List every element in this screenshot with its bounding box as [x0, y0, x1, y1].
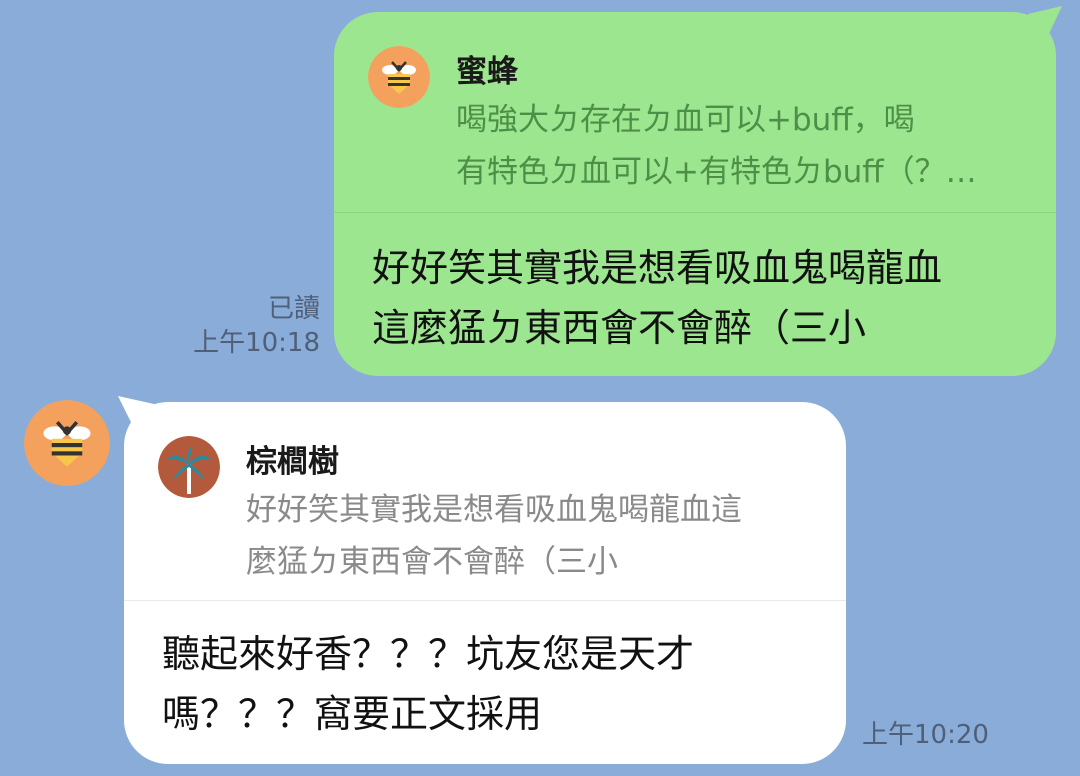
outgoing-message-bubble[interactable]: 蜜蜂 喝強大ㄉ存在ㄉ血可以+buff，喝 有特色ㄉ血可以+有特色ㄉbuff（？……	[334, 12, 1056, 376]
quote-divider	[124, 600, 846, 601]
quote-line: 有特色ㄉ血可以+有特色ㄉbuff（？…	[456, 154, 977, 190]
timestamp: 上午10:18	[193, 328, 320, 358]
quote-text: 好好笑其實我是想看吸血鬼喝龍血這 麼猛ㄉ東西會不會醉（三小	[246, 484, 816, 588]
message-text: 聽起來好香？？？坑友您是天才 嗎？？？窩要正文採用	[162, 624, 694, 744]
message-line: 好好笑其實我是想看吸血鬼喝龍血	[372, 246, 943, 290]
incoming-message-bubble[interactable]: 棕櫚樹 好好笑其實我是想看吸血鬼喝龍血這 麼猛ㄉ東西會不會醉（三小 聽起來好香？…	[124, 402, 846, 764]
message-line: 這麼猛ㄉ東西會不會醉（三小	[372, 306, 867, 350]
reply-quote[interactable]: 蜜蜂 喝強大ㄉ存在ㄉ血可以+buff，喝 有特色ㄉ血可以+有特色ㄉbuff（？…	[334, 12, 1056, 212]
quote-line: 好好笑其實我是想看吸血鬼喝龍血這	[246, 492, 742, 528]
outgoing-message-meta: 已讀 上午10:18	[193, 292, 320, 360]
quote-line: 麼猛ㄉ東西會不會醉（三小	[246, 544, 618, 580]
quote-sender-name: 棕櫚樹	[246, 444, 339, 480]
bee-icon	[368, 46, 430, 108]
read-status: 已讀	[267, 294, 320, 324]
bee-icon[interactable]	[24, 400, 110, 486]
timestamp: 上午10:20	[862, 720, 989, 750]
quote-text: 喝強大ㄉ存在ㄉ血可以+buff，喝 有特色ㄉ血可以+有特色ㄉbuff（？…	[456, 94, 1026, 198]
quote-divider	[334, 212, 1056, 213]
quote-sender-name: 蜜蜂	[456, 54, 518, 90]
incoming-message-meta: 上午10:20	[862, 718, 989, 752]
message-line: 嗎？？？窩要正文採用	[162, 692, 543, 736]
quote-line: 喝強大ㄉ存在ㄉ血可以+buff，喝	[456, 102, 915, 138]
message-text: 好好笑其實我是想看吸血鬼喝龍血 這麼猛ㄉ東西會不會醉（三小	[372, 238, 942, 358]
palm-tree-icon	[158, 436, 220, 498]
message-line: 聽起來好香？？？坑友您是天才	[162, 632, 695, 676]
reply-quote[interactable]: 棕櫚樹 好好笑其實我是想看吸血鬼喝龍血這 麼猛ㄉ東西會不會醉（三小	[124, 402, 846, 602]
